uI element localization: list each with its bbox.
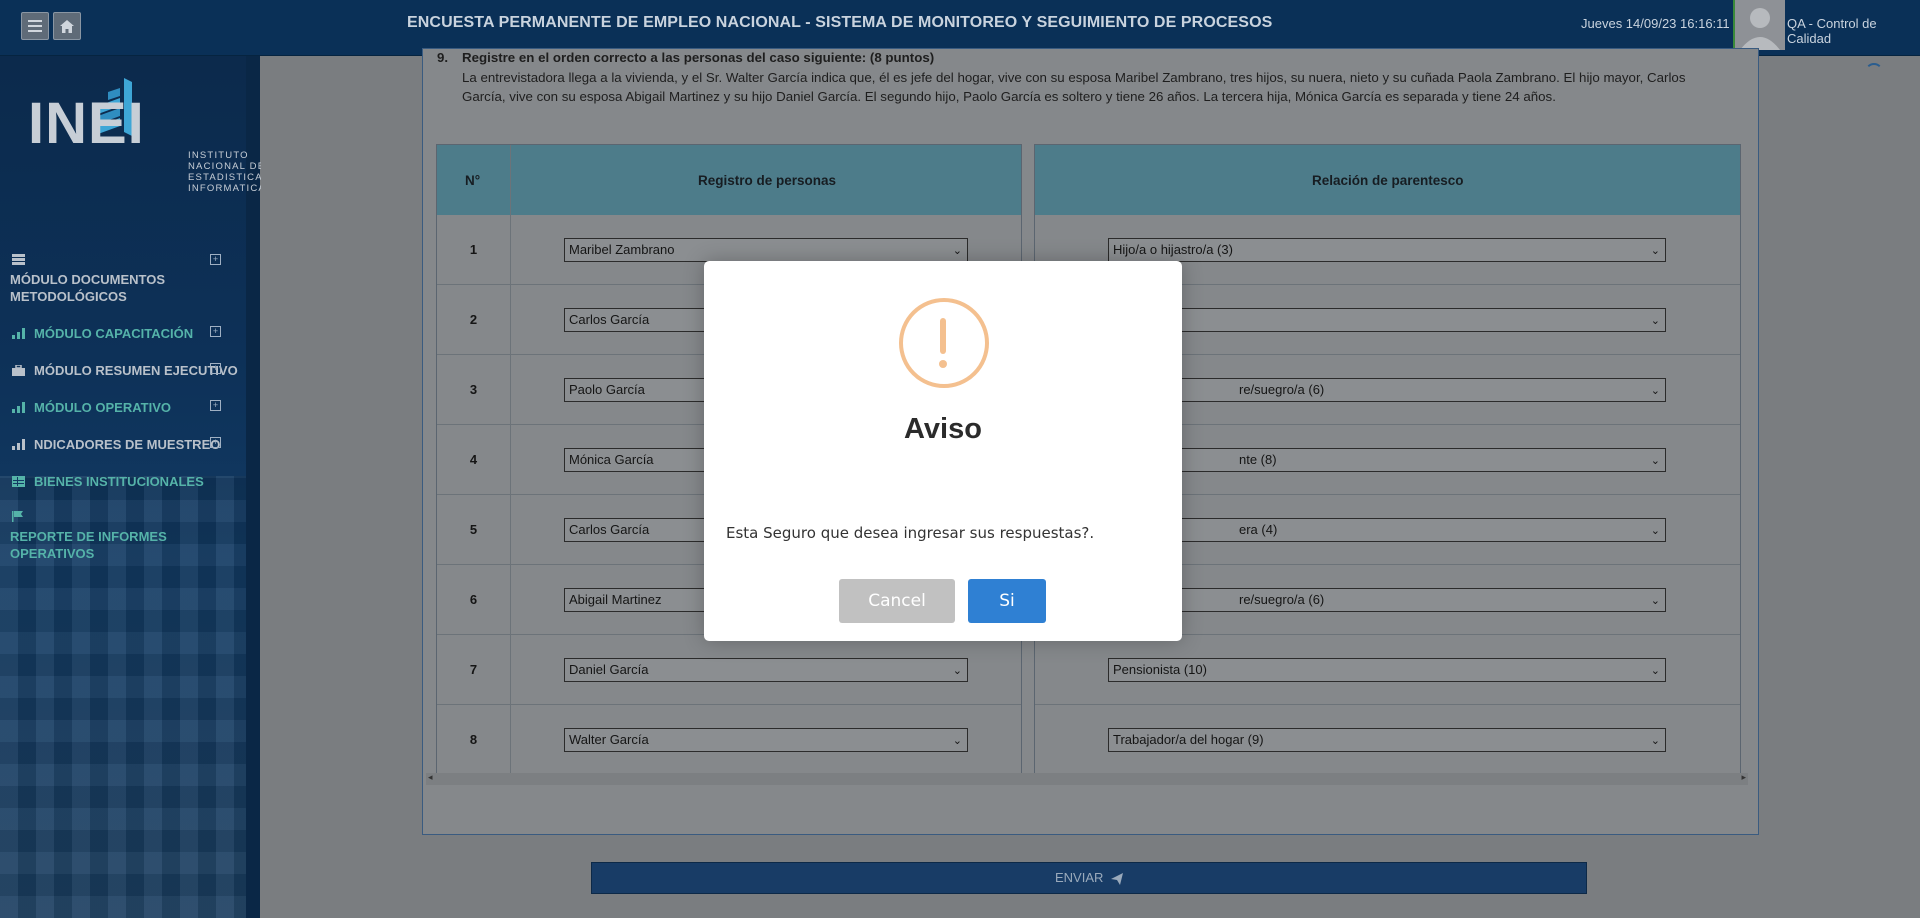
dialog-message: Esta Seguro que desea ingresar sus respu… xyxy=(726,524,1095,542)
confirm-button[interactable]: Si xyxy=(968,579,1046,623)
confirm-dialog: Aviso Esta Seguro que desea ingresar sus… xyxy=(704,261,1182,641)
warning-icon xyxy=(899,298,989,388)
cancel-button[interactable]: Cancel xyxy=(839,579,955,623)
dialog-title: Aviso xyxy=(904,413,982,445)
